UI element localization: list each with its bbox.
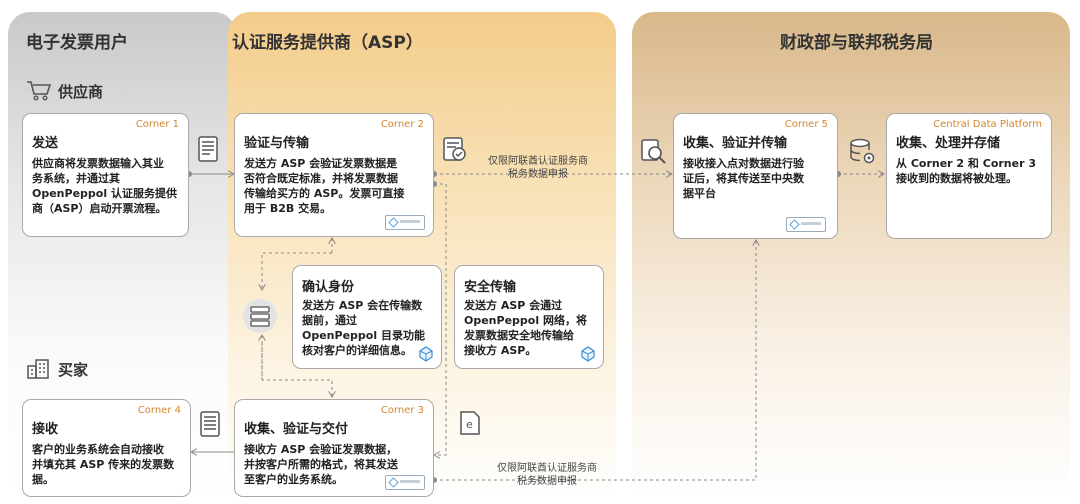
cdp-card: Central Data Platform 收集、处理并存储 从 Corner …: [886, 113, 1052, 239]
corner5-desc: 接收接入点对数据进行验 证后，将其传送至中央数 据平台: [683, 157, 804, 200]
secure-desc: 发送方 ASP 会通过 OpenPeppol 网络，将 发票数据安全地传输给 接…: [464, 299, 587, 357]
peppol-logo-icon: [786, 217, 826, 232]
cdp-title: 收集、处理并存储: [896, 136, 1001, 151]
corner3-title: 收集、验证与交付: [244, 422, 349, 437]
corner4-title: 接收: [32, 422, 59, 437]
arrow-c1-to-c2: [186, 171, 234, 177]
peppol-logo-icon: [385, 475, 425, 490]
receipt-icon: [200, 411, 220, 437]
corner1-desc: 供应商将发票数据输入其业 务系统，并通过其 OpenPeppol 认证服务提供 …: [32, 157, 177, 215]
identity-title: 确认身份: [302, 280, 355, 295]
corner1-tag: Corner 1: [135, 119, 179, 130]
document-search-icon: [641, 139, 666, 164]
corner5-tag: Corner 5: [784, 119, 828, 130]
corner4-tag: Corner 4: [137, 405, 181, 416]
secure-card: 安全传输 发送方 ASP 会通过 OpenPeppol 网络，将 发票数据安全地…: [454, 265, 604, 369]
peppol-logo-icon: [385, 215, 425, 230]
database-gear-icon: [850, 138, 875, 164]
corner2-card: Corner 2 验证与传输 发送方 ASP 会验证发票数据是 否符合既定标准，…: [234, 113, 434, 237]
network-gem-icon: [419, 346, 433, 362]
corner5-title: 收集、验证并传输: [683, 136, 788, 151]
identity-desc: 发送方 ASP 会在传输数 据前，通过 OpenPeppol 目录功能 核对客户…: [302, 299, 425, 357]
secure-title: 安全传输: [464, 280, 517, 295]
corner4-desc: 客户的业务系统会自动接收 并填充其 ASP 传来的发票数 据。: [32, 443, 175, 486]
corner3-tag: Corner 3: [380, 405, 424, 416]
cdp-tag: Central Data Platform: [933, 119, 1042, 130]
cdp-desc: 从 Corner 2 和 Corner 3 接收到的数据将被处理。: [896, 157, 1036, 185]
identity-card: 确认身份 发送方 ASP 会在传输数 据前，通过 OpenPeppol 目录功能…: [292, 265, 442, 369]
verify-document-icon: [443, 137, 466, 161]
network-gem-icon: [581, 346, 595, 362]
corner2-desc: 发送方 ASP 会验证发票数据是 否符合既定标准，并将发票数据 传输给买方的 A…: [244, 157, 405, 215]
note-tax-report-top: 仅限阿联酋认证服务商 税务数据申报: [488, 156, 588, 180]
server-list-icon: [243, 299, 277, 333]
arrow-c5-to-cdp: [835, 171, 884, 177]
svg-text:e: e: [466, 418, 473, 431]
corner1-title: 发送: [32, 136, 59, 151]
corner4-card: Corner 4 接收 客户的业务系统会自动接收 并填充其 ASP 传来的发票数…: [22, 399, 191, 497]
invoice-document-icon: [198, 136, 218, 162]
corner5-card: Corner 5 收集、验证并传输 接收接入点对数据进行验 证后，将其传送至中央…: [673, 113, 838, 239]
note-tax-report-bottom: 仅限阿联酋认证服务商 税务数据申报: [497, 463, 597, 487]
e-document-icon: e: [460, 411, 480, 435]
corner1-card: Corner 1 发送 供应商将发票数据输入其业 务系统，并通过其 OpenPe…: [22, 113, 189, 237]
corner3-card: Corner 3 收集、验证与交付 接收方 ASP 会验证发票数据， 并按客户所…: [234, 399, 434, 497]
corner2-title: 验证与传输: [244, 136, 310, 151]
corner2-tag: Corner 2: [380, 119, 424, 130]
